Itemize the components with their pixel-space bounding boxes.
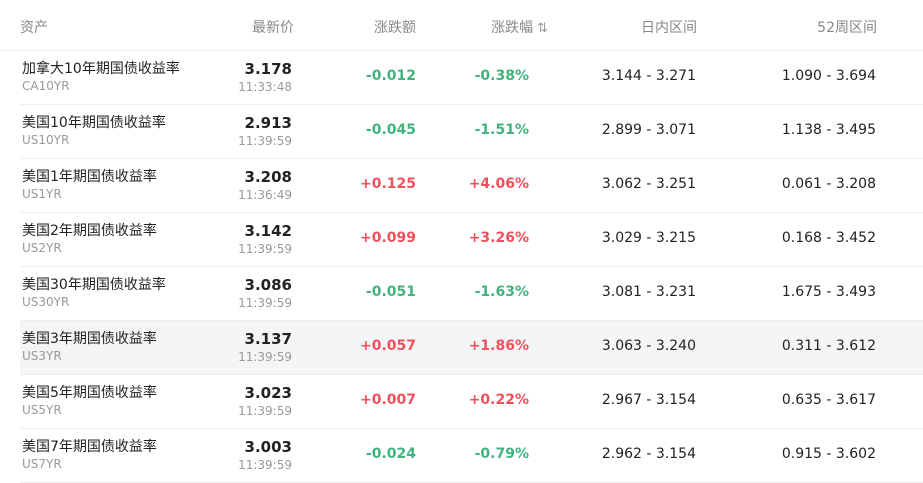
day-range: 3.062 - 3.251 <box>601 176 696 192</box>
quote-time: 11:39:59 <box>238 350 292 364</box>
change-value: -0.012 <box>365 68 416 84</box>
change-value: +0.007 <box>359 392 416 408</box>
week52-range: 1.675 - 3.493 <box>781 284 876 300</box>
asset-name[interactable]: 美国30年期国债收益率 <box>22 274 166 294</box>
table-row[interactable]: 美国3年期国债收益率 US3YR 3.137 11:39:59 +0.057 +… <box>20 321 923 375</box>
quote-time: 11:39:59 <box>238 458 292 472</box>
change-value: -0.051 <box>365 284 416 300</box>
table-row[interactable]: 美国30年期国债收益率 US30YR 3.086 11:39:59 -0.051… <box>20 267 923 321</box>
change-percent: -0.79% <box>474 446 529 462</box>
asset-code: US1YR <box>22 187 62 201</box>
change-value: -0.045 <box>365 122 416 138</box>
latest-price: 2.913 <box>244 114 292 132</box>
change-percent: -1.63% <box>474 284 529 300</box>
change-percent: -0.38% <box>474 68 529 84</box>
day-range: 2.899 - 3.071 <box>601 122 696 138</box>
week52-range: 1.090 - 3.694 <box>781 68 876 84</box>
asset-code: US2YR <box>22 241 62 255</box>
change-percent: +0.22% <box>468 392 529 408</box>
table-row[interactable]: 美国2年期国债收益率 US2YR 3.142 11:39:59 +0.099 +… <box>20 213 923 267</box>
quote-time: 11:39:59 <box>238 134 292 148</box>
header-change[interactable]: 涨跌额 <box>374 17 416 37</box>
header-asset: 资产 <box>20 20 48 36</box>
day-range: 2.962 - 3.154 <box>601 446 696 462</box>
week52-range: 1.138 - 3.495 <box>781 122 876 138</box>
latest-price: 3.208 <box>244 168 292 186</box>
asset-name[interactable]: 美国10年期国债收益率 <box>22 112 166 132</box>
table-body: 加拿大10年期国债收益率 CA10YR 3.178 11:33:48 -0.01… <box>0 51 923 483</box>
latest-price: 3.178 <box>244 60 292 78</box>
quote-time: 11:39:59 <box>238 296 292 310</box>
quote-time: 11:33:48 <box>238 80 292 94</box>
quote-time: 11:39:59 <box>238 404 292 418</box>
latest-price: 3.137 <box>244 330 292 348</box>
asset-name[interactable]: 美国5年期国债收益率 <box>22 382 157 402</box>
change-value: +0.099 <box>359 230 416 246</box>
change-value: +0.125 <box>359 176 416 192</box>
asset-name[interactable]: 美国7年期国债收益率 <box>22 436 157 456</box>
bond-yield-table: 资产 最新价 涨跌额 涨跌幅 ⇅ 日内区间 52周区间 加拿大10年期国债收益率 … <box>0 0 923 483</box>
change-value: -0.024 <box>365 446 416 462</box>
change-value: +0.057 <box>359 338 416 354</box>
table-row[interactable]: 美国1年期国债收益率 US1YR 3.208 11:36:49 +0.125 +… <box>20 159 923 213</box>
day-range: 2.967 - 3.154 <box>601 392 696 408</box>
asset-code: US7YR <box>22 457 62 471</box>
day-range: 3.144 - 3.271 <box>601 68 696 84</box>
asset-name[interactable]: 美国2年期国债收益率 <box>22 220 157 240</box>
change-percent: +4.06% <box>468 176 529 192</box>
change-percent: -1.51% <box>474 122 529 138</box>
change-percent: +3.26% <box>468 230 529 246</box>
header-52week-range: 52周区间 <box>817 20 877 36</box>
week52-range: 0.635 - 3.617 <box>781 392 876 408</box>
change-percent: +1.86% <box>468 338 529 354</box>
quote-time: 11:36:49 <box>238 188 292 202</box>
header-change-pct-label: 涨跌幅 <box>491 20 534 36</box>
asset-code: US5YR <box>22 403 62 417</box>
latest-price: 3.003 <box>244 438 292 456</box>
latest-price: 3.086 <box>244 276 292 294</box>
asset-code: US30YR <box>22 295 70 309</box>
asset-code: CA10YR <box>22 79 70 93</box>
quote-time: 11:39:59 <box>238 242 292 256</box>
week52-range: 0.915 - 3.602 <box>781 446 876 462</box>
table-row[interactable]: 美国10年期国债收益率 US10YR 2.913 11:39:59 -0.045… <box>20 105 923 159</box>
asset-code: US10YR <box>22 133 70 147</box>
header-day-range: 日内区间 <box>641 20 697 36</box>
week52-range: 0.061 - 3.208 <box>781 176 876 192</box>
table-row[interactable]: 加拿大10年期国债收益率 CA10YR 3.178 11:33:48 -0.01… <box>20 51 923 105</box>
table-header: 资产 最新价 涨跌额 涨跌幅 ⇅ 日内区间 52周区间 <box>0 0 923 51</box>
asset-name[interactable]: 美国3年期国债收益率 <box>22 328 157 348</box>
week52-range: 0.168 - 3.452 <box>781 230 876 246</box>
header-change-pct[interactable]: 涨跌幅 ⇅ <box>491 17 548 37</box>
asset-name[interactable]: 美国1年期国债收益率 <box>22 166 157 186</box>
day-range: 3.029 - 3.215 <box>601 230 696 246</box>
day-range: 3.063 - 3.240 <box>601 338 696 354</box>
latest-price: 3.023 <box>244 384 292 402</box>
table-row[interactable]: 美国5年期国债收益率 US5YR 3.023 11:39:59 +0.007 +… <box>20 375 923 429</box>
day-range: 3.081 - 3.231 <box>601 284 696 300</box>
latest-price: 3.142 <box>244 222 292 240</box>
sort-icon[interactable]: ⇅ <box>537 21 548 36</box>
table-row[interactable]: 美国7年期国债收益率 US7YR 3.003 11:39:59 -0.024 -… <box>20 429 923 483</box>
week52-range: 0.311 - 3.612 <box>781 338 876 354</box>
asset-name[interactable]: 加拿大10年期国债收益率 <box>22 58 180 78</box>
header-price[interactable]: 最新价 <box>252 17 294 37</box>
asset-code: US3YR <box>22 349 62 363</box>
